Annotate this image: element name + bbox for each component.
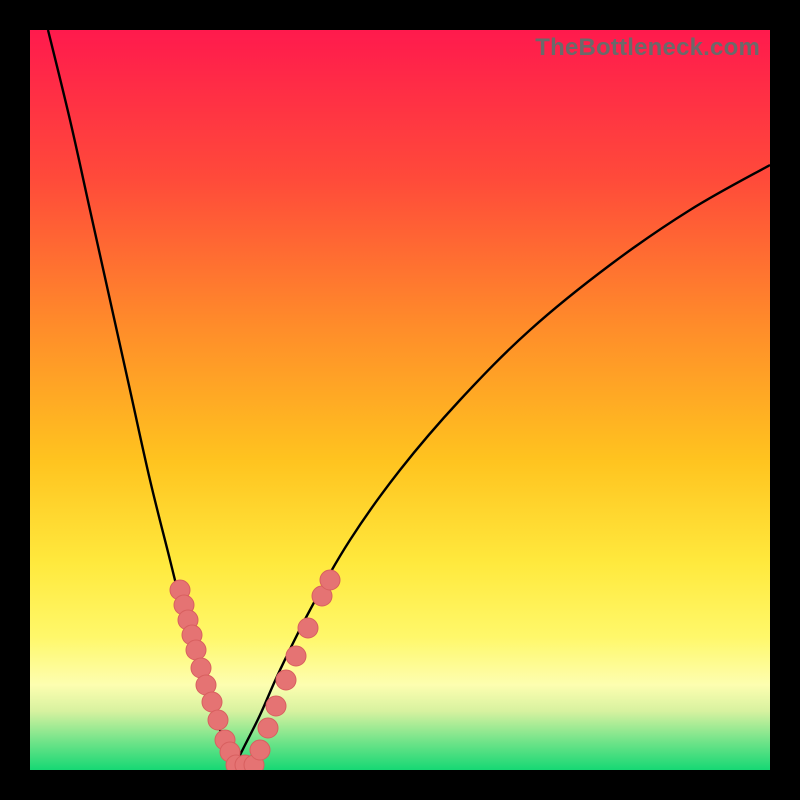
highlight-dot [186,640,206,660]
watermark-label: TheBottleneck.com [535,34,760,62]
v-curve-right [235,165,770,765]
highlight-dot [208,710,228,730]
highlight-dot-group [170,570,340,770]
highlight-dot [266,696,286,716]
highlight-dot [250,740,270,760]
curve-layer [30,30,770,770]
highlight-dot [320,570,340,590]
highlight-dot [286,646,306,666]
highlight-dot [298,618,318,638]
highlight-dot [276,670,296,690]
plot-area: TheBottleneck.com [30,30,770,770]
highlight-dot [202,692,222,712]
highlight-dot [258,718,278,738]
v-curve-left [48,30,235,765]
